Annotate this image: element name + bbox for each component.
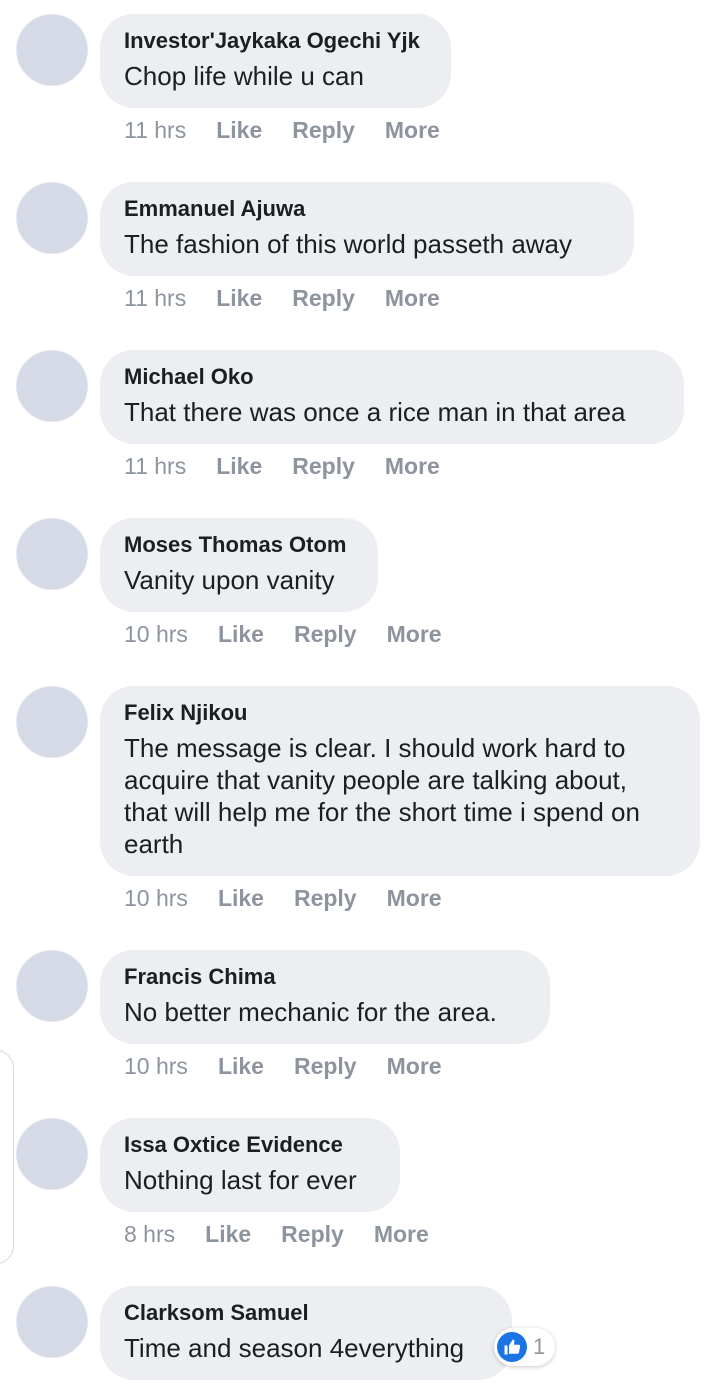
comment-author[interactable]: Issa Oxtice Evidence	[124, 1132, 376, 1158]
reply-button[interactable]: Reply	[294, 1050, 357, 1082]
like-button[interactable]: Like	[216, 450, 262, 482]
comment-actions: 11 hrs Like Reply More	[124, 450, 470, 482]
reply-button[interactable]: Reply	[292, 282, 355, 314]
comment-text: The fashion of this world passeth away	[124, 229, 573, 259]
like-button[interactable]: Like	[216, 114, 262, 146]
comment-text: Time and season 4everything	[124, 1333, 465, 1363]
comment-actions: 11 hrs Like Reply More	[124, 282, 470, 314]
comment-bubble[interactable]: Michael Oko That there was once a rice m…	[100, 350, 684, 444]
like-button[interactable]: Like	[205, 1218, 251, 1250]
comment-list: Investor'Jaykaka Ogechi Yjk Chop life wh…	[0, 0, 720, 1384]
comment-bubble[interactable]: Issa Oxtice Evidence Nothing last for ev…	[100, 1118, 400, 1212]
more-button[interactable]: More	[374, 1218, 429, 1250]
like-button[interactable]: Like	[218, 882, 264, 914]
avatar[interactable]	[16, 14, 88, 86]
comment-actions: 10 hrs Like Reply More	[124, 618, 472, 650]
avatar[interactable]	[16, 686, 88, 758]
reaction-count: 1	[533, 1334, 546, 1359]
comment-timestamp[interactable]: 11 hrs	[124, 114, 186, 146]
reaction-summary[interactable]: 1	[494, 1328, 556, 1366]
comment-timestamp[interactable]: 10 hrs	[124, 1050, 188, 1082]
avatar[interactable]	[16, 950, 88, 1022]
more-button[interactable]: More	[385, 450, 440, 482]
comment-author[interactable]: Francis Chima	[124, 964, 526, 990]
reply-button[interactable]: Reply	[292, 114, 355, 146]
avatar[interactable]	[16, 518, 88, 590]
comment-timestamp[interactable]: 11 hrs	[124, 450, 186, 482]
like-button[interactable]: Like	[218, 618, 264, 650]
comment-text: Chop life while u can	[124, 61, 364, 91]
comment-author[interactable]: Felix Njikou	[124, 700, 676, 726]
comment-actions: 10 hrs Like Reply More	[124, 1050, 472, 1082]
comment-bubble[interactable]: Emmanuel Ajuwa The fashion of this world…	[100, 182, 634, 276]
reply-button[interactable]: Reply	[281, 1218, 344, 1250]
comment-timestamp[interactable]: 10 hrs	[124, 618, 188, 650]
comment-actions: 11 hrs Like Reply More	[124, 114, 470, 146]
comment-text: The message is clear. I should work hard…	[124, 733, 640, 859]
comment-timestamp[interactable]: 8 hrs	[124, 1218, 175, 1250]
comment-bubble[interactable]: Investor'Jaykaka Ogechi Yjk Chop life wh…	[100, 14, 451, 108]
comment-text: Nothing last for ever	[124, 1165, 357, 1195]
comment-text: Vanity upon vanity	[124, 565, 335, 595]
comment-actions: 8 hrs Like Reply More	[124, 1218, 459, 1250]
more-button[interactable]: More	[387, 618, 442, 650]
comment-author[interactable]: Michael Oko	[124, 364, 660, 390]
reply-button[interactable]: Reply	[294, 618, 357, 650]
reply-button[interactable]: Reply	[294, 882, 357, 914]
avatar[interactable]	[16, 1118, 88, 1190]
comment-author[interactable]: Emmanuel Ajuwa	[124, 196, 610, 222]
comment-bubble[interactable]: Francis Chima No better mechanic for the…	[100, 950, 550, 1044]
like-button[interactable]: Like	[218, 1050, 264, 1082]
comment-timestamp[interactable]: 11 hrs	[124, 282, 186, 314]
comment-timestamp[interactable]: 10 hrs	[124, 882, 188, 914]
comment-author[interactable]: Moses Thomas Otom	[124, 532, 354, 558]
comment-text: That there was once a rice man in that a…	[124, 397, 626, 427]
reply-button[interactable]: Reply	[292, 450, 355, 482]
avatar[interactable]	[16, 1286, 88, 1358]
comment-author[interactable]: Clarksom Samuel	[124, 1300, 488, 1326]
avatar[interactable]	[16, 350, 88, 422]
comment-bubble[interactable]: Felix Njikou The message is clear. I sho…	[100, 686, 700, 876]
comment-bubble[interactable]: Moses Thomas Otom Vanity upon vanity	[100, 518, 378, 612]
comment-actions: 10 hrs Like Reply More	[124, 882, 472, 914]
comment-author[interactable]: Investor'Jaykaka Ogechi Yjk	[124, 28, 427, 54]
more-button[interactable]: More	[387, 1050, 442, 1082]
comment-bubble[interactable]: Clarksom Samuel Time and season 4everyth…	[100, 1286, 512, 1380]
side-panel-edge	[0, 1050, 14, 1264]
more-button[interactable]: More	[385, 114, 440, 146]
thumbs-up-icon	[497, 1332, 527, 1362]
more-button[interactable]: More	[387, 882, 442, 914]
like-button[interactable]: Like	[216, 282, 262, 314]
comment-text: No better mechanic for the area.	[124, 997, 497, 1027]
more-button[interactable]: More	[385, 282, 440, 314]
avatar[interactable]	[16, 182, 88, 254]
